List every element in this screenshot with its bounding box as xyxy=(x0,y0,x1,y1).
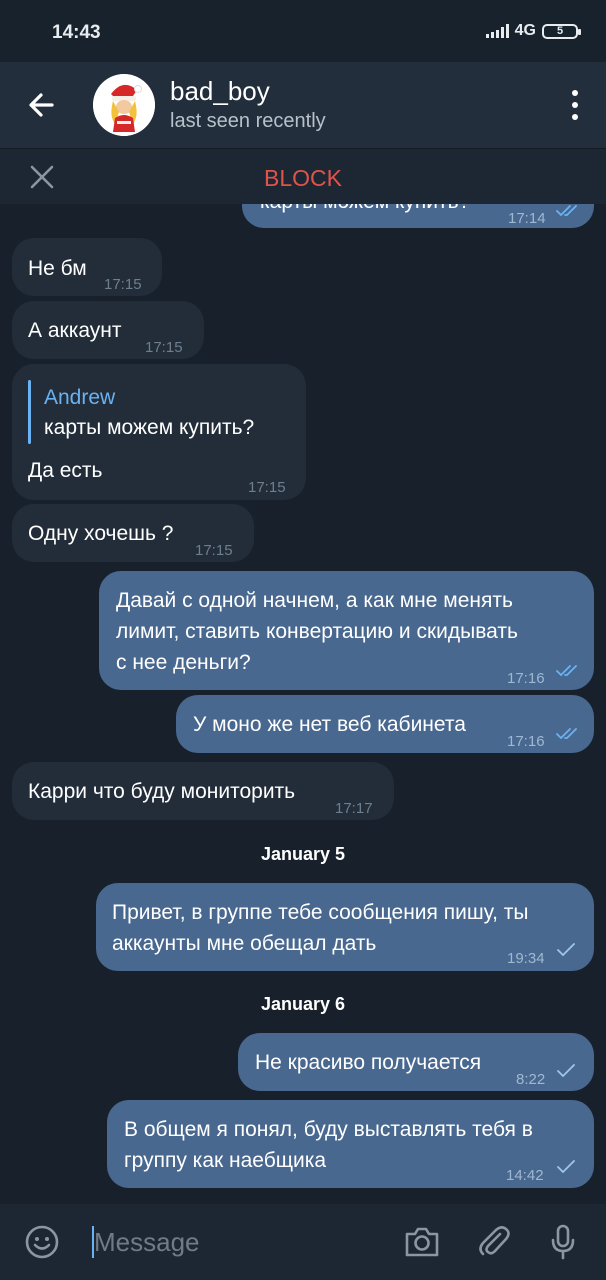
chat-name[interactable]: bad_boy xyxy=(170,76,270,107)
reply-text[interactable]: карты можем купить? xyxy=(44,412,254,443)
message-time: 17:15 xyxy=(248,479,286,496)
chat-header: bad_boy last seen recently xyxy=(0,62,606,148)
avatar[interactable] xyxy=(93,74,155,136)
status-bar: 14:43 4G 5 xyxy=(0,0,606,62)
camera-icon[interactable] xyxy=(403,1224,439,1260)
emoji-icon[interactable] xyxy=(24,1224,60,1260)
message-bubble-out[interactable]: карты можем купить? 17:14 xyxy=(242,204,594,228)
double-check-icon xyxy=(556,728,577,740)
message-time: 17:16 xyxy=(507,670,545,687)
double-check-icon xyxy=(556,665,577,677)
check-icon xyxy=(557,1064,575,1078)
message-input[interactable] xyxy=(94,1222,384,1262)
message-text: Не красиво получается xyxy=(255,1051,482,1074)
message-text: Не бм xyxy=(28,257,87,280)
message-text: У моно же нет веб кабинета xyxy=(193,713,466,736)
block-button[interactable]: BLOCK xyxy=(0,165,606,192)
message-time: 17:16 xyxy=(507,733,545,750)
message-time: 17:14 xyxy=(508,210,546,227)
signal-icon xyxy=(485,24,509,38)
reply-quote-bar xyxy=(28,380,31,444)
more-vertical-icon[interactable] xyxy=(568,90,582,120)
santa-avatar-icon xyxy=(93,74,155,136)
message-text: А аккаунт xyxy=(28,319,122,342)
message-text: Одну хочешь ? xyxy=(28,522,174,545)
chat-status: last seen recently xyxy=(170,110,326,132)
status-time: 14:43 xyxy=(52,22,101,43)
date-separator: January 5 xyxy=(260,844,346,864)
battery-level: 5 xyxy=(556,25,564,37)
message-bubble-in[interactable]: Одну хочешь ? 17:15 xyxy=(12,504,254,562)
message-time: 19:34 xyxy=(507,950,545,967)
check-icon xyxy=(557,1160,575,1174)
message-bubble-in[interactable]: Andrew карты можем купить? Да есть 17:15 xyxy=(12,364,306,500)
message-text: Карри что буду мониторить xyxy=(28,780,296,803)
message-input-bar xyxy=(0,1204,606,1280)
message-bubble-out[interactable]: В общем я понял, буду выставлять тебя в … xyxy=(107,1100,594,1188)
message-time: 17:15 xyxy=(104,276,142,293)
microphone-icon[interactable] xyxy=(546,1224,582,1260)
message-bubble-in[interactable]: Карри что буду мониторить 17:17 xyxy=(12,762,394,820)
message-text: Привет, в группе тебе сообщения пишу, ты… xyxy=(112,901,529,955)
message-time: 17:17 xyxy=(335,800,373,817)
chat-area[interactable]: карты можем купить? 17:14 Не бм 17:15 А … xyxy=(0,204,606,1200)
message-time: 8:22 xyxy=(516,1071,546,1088)
message-time: 14:42 xyxy=(506,1167,544,1184)
message-time: 17:15 xyxy=(145,339,183,356)
message-bubble-in[interactable]: Не бм 17:15 xyxy=(12,238,162,296)
status-indicators: 4G 5 xyxy=(485,22,581,40)
message-text: карты можем купить? xyxy=(260,204,470,217)
message-text: Давай с одной начнем, а как мне менять л… xyxy=(116,589,518,674)
back-button[interactable] xyxy=(22,85,62,125)
message-text: Да есть xyxy=(28,459,103,482)
reply-author[interactable]: Andrew xyxy=(44,382,115,413)
block-bar: BLOCK xyxy=(0,148,606,204)
message-bubble-out[interactable]: Привет, в группе тебе сообщения пишу, ты… xyxy=(96,883,594,971)
network-type: 4G xyxy=(514,22,536,39)
battery-icon: 5 xyxy=(542,23,581,39)
date-separator: January 6 xyxy=(260,994,346,1014)
message-bubble-out[interactable]: Не красиво получается 8:22 xyxy=(238,1033,594,1091)
check-icon xyxy=(557,943,575,957)
message-text: В общем я понял, буду выставлять тебя в … xyxy=(124,1118,533,1172)
message-bubble-in[interactable]: А аккаунт 17:15 xyxy=(12,301,204,359)
message-bubble-out[interactable]: Давай с одной начнем, а как мне менять л… xyxy=(99,571,594,690)
message-bubble-out[interactable]: У моно же нет веб кабинета 17:16 xyxy=(176,695,594,753)
double-check-icon xyxy=(556,205,577,217)
paperclip-icon[interactable] xyxy=(476,1224,512,1260)
arrow-left-icon xyxy=(29,93,54,117)
message-time: 17:15 xyxy=(195,542,233,559)
